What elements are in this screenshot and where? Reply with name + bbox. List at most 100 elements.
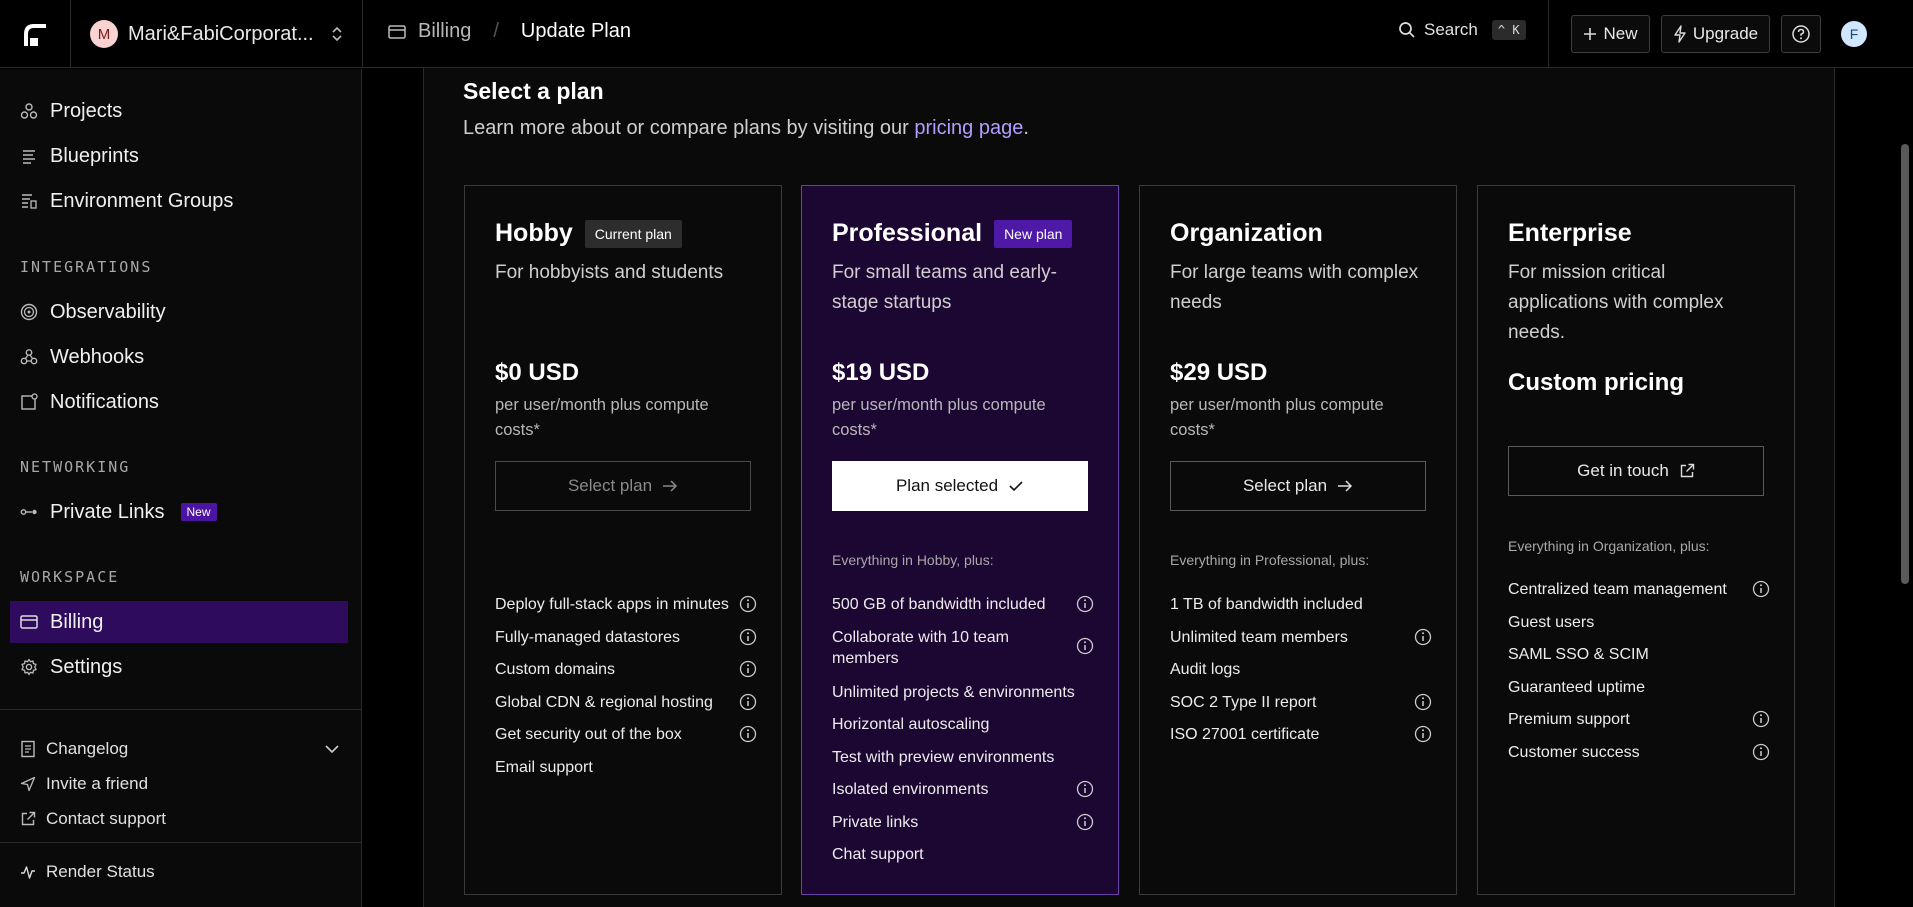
lightning-icon [1673,25,1687,43]
plan-includes-note: Everything in Hobby, plus: [832,552,994,568]
feature-item: Collaborate with 10 team members [832,627,1094,669]
info-icon[interactable] [1752,580,1770,598]
search-button[interactable]: Search ^ K [1398,20,1526,40]
help-button[interactable] [1781,15,1821,53]
webhook-icon [20,348,38,366]
plan-description: For large teams with complex needs [1170,262,1419,313]
subtitle-text: Learn more about or compare plans by vis… [463,117,915,139]
info-icon[interactable] [1076,813,1094,831]
billing-card-icon [20,615,38,629]
sidebar-item-label: Projects [50,99,123,122]
plan-selected-button[interactable]: Plan selected [832,461,1088,511]
plus-icon [1583,27,1597,41]
breadcrumb-billing[interactable]: Billing [418,20,471,43]
render-status-link[interactable]: Render Status [20,862,340,882]
info-icon[interactable] [1752,743,1770,761]
feature-text: Guaranteed uptime [1508,679,1645,696]
pricing-page-link[interactable]: pricing page [914,117,1023,139]
status-pulse-icon [20,864,36,880]
feature-item: Fully-managed datastores [495,627,757,648]
contact-support-link[interactable]: Contact support [20,809,340,829]
sidebar-item-label: Notifications [50,390,159,413]
info-icon[interactable] [739,628,757,646]
sidebar-item-notifications[interactable]: Notifications [10,381,348,423]
plan-price: $29 USD [1170,359,1268,386]
feature-text: Collaborate with 10 team members [832,629,1009,667]
sidebar-item-webhooks[interactable]: Webhooks [10,336,348,378]
environment-groups-icon [20,192,38,210]
button-label: Get in touch [1577,461,1669,480]
search-label: Search [1424,20,1478,39]
render-status-label: Render Status [46,862,155,881]
render-logo-icon[interactable] [20,20,50,48]
sidebar-item-observability[interactable]: Observability [10,291,348,333]
divider [0,709,362,710]
plan-name: Hobby Current plan [495,219,682,248]
select-plan-button[interactable]: Select plan [1170,461,1426,511]
chevron-updown-icon [330,25,344,43]
user-avatar[interactable]: F [1841,21,1867,47]
search-icon [1398,21,1416,39]
notifications-icon [20,393,38,411]
divider [362,0,363,68]
invite-label: Invite a friend [46,774,149,793]
upgrade-button-label: Upgrade [1692,24,1759,43]
get-in-touch-button[interactable]: Get in touch [1508,446,1764,496]
top-bar: M Mari&FabiCorporat... Billing / Update … [0,0,1913,68]
feature-item: Global CDN & regional hosting [495,692,757,713]
info-icon[interactable] [1076,780,1094,798]
info-icon[interactable] [1414,725,1432,743]
info-icon[interactable] [1414,628,1432,646]
plan-description: For small teams and early-stage startups [832,262,1057,313]
sidebar: Projects Blueprints Environment Groups I… [0,69,362,907]
sidebar-item-billing[interactable]: Billing [10,601,348,643]
feature-text: Chat support [832,846,924,863]
section-heading-networking: NETWORKING [20,458,131,476]
subtitle-suffix: . [1023,117,1029,139]
gear-icon [20,658,38,676]
new-button-label: New [1603,24,1638,43]
feature-item: Chat support [832,844,1094,865]
workspace-switcher[interactable]: M Mari&FabiCorporat... [90,18,344,50]
info-icon[interactable] [1076,637,1094,655]
changelog-item[interactable]: Changelog [20,739,340,759]
sidebar-item-environment-groups[interactable]: Environment Groups [10,180,348,222]
info-icon[interactable] [1414,693,1432,711]
plan-title: Organization [1170,219,1323,247]
upgrade-button[interactable]: Upgrade [1661,15,1770,53]
feature-text: Custom domains [495,661,616,678]
sidebar-item-blueprints[interactable]: Blueprints [10,135,348,177]
breadcrumb: Billing / Update Plan [388,20,631,43]
button-label: Plan selected [895,476,999,495]
projects-icon [20,102,38,120]
invite-friend-link[interactable]: Invite a friend [20,774,340,794]
billing-card-icon [388,24,406,39]
info-icon[interactable] [1752,710,1770,728]
workspace-avatar: M [90,20,118,48]
info-icon[interactable] [739,693,757,711]
chevron-down-icon[interactable] [324,744,340,754]
feature-item: Deploy full-stack apps in minutes [495,594,757,615]
plan-name: Enterprise [1508,219,1632,248]
feature-text: Centralized team management [1508,581,1727,598]
sidebar-item-projects[interactable]: Projects [10,90,348,132]
sidebar-item-settings[interactable]: Settings [10,646,348,688]
feature-item: Customer success [1508,742,1770,763]
scrollbar[interactable] [1901,144,1909,584]
feature-item: Centralized team management [1508,579,1770,600]
feature-text: SAML SSO & SCIM [1508,646,1649,663]
info-icon[interactable] [739,725,757,743]
info-icon[interactable] [1076,595,1094,613]
feature-text: Fully-managed datastores [495,629,680,646]
feature-item: SOC 2 Type II report [1170,692,1432,713]
info-icon[interactable] [739,660,757,678]
info-icon[interactable] [739,595,757,613]
sidebar-item-label: Private Links [50,500,165,523]
sidebar-item-private-links[interactable]: Private Links New [10,491,348,533]
new-button[interactable]: New [1571,15,1650,53]
select-plan-button[interactable]: Select plan [495,461,751,511]
plan-title: Professional [832,219,983,247]
feature-text: Test with preview environments [832,749,1055,766]
plan-price-note: per user/month plus compute costs* [832,396,1046,439]
external-link-icon [20,811,36,827]
